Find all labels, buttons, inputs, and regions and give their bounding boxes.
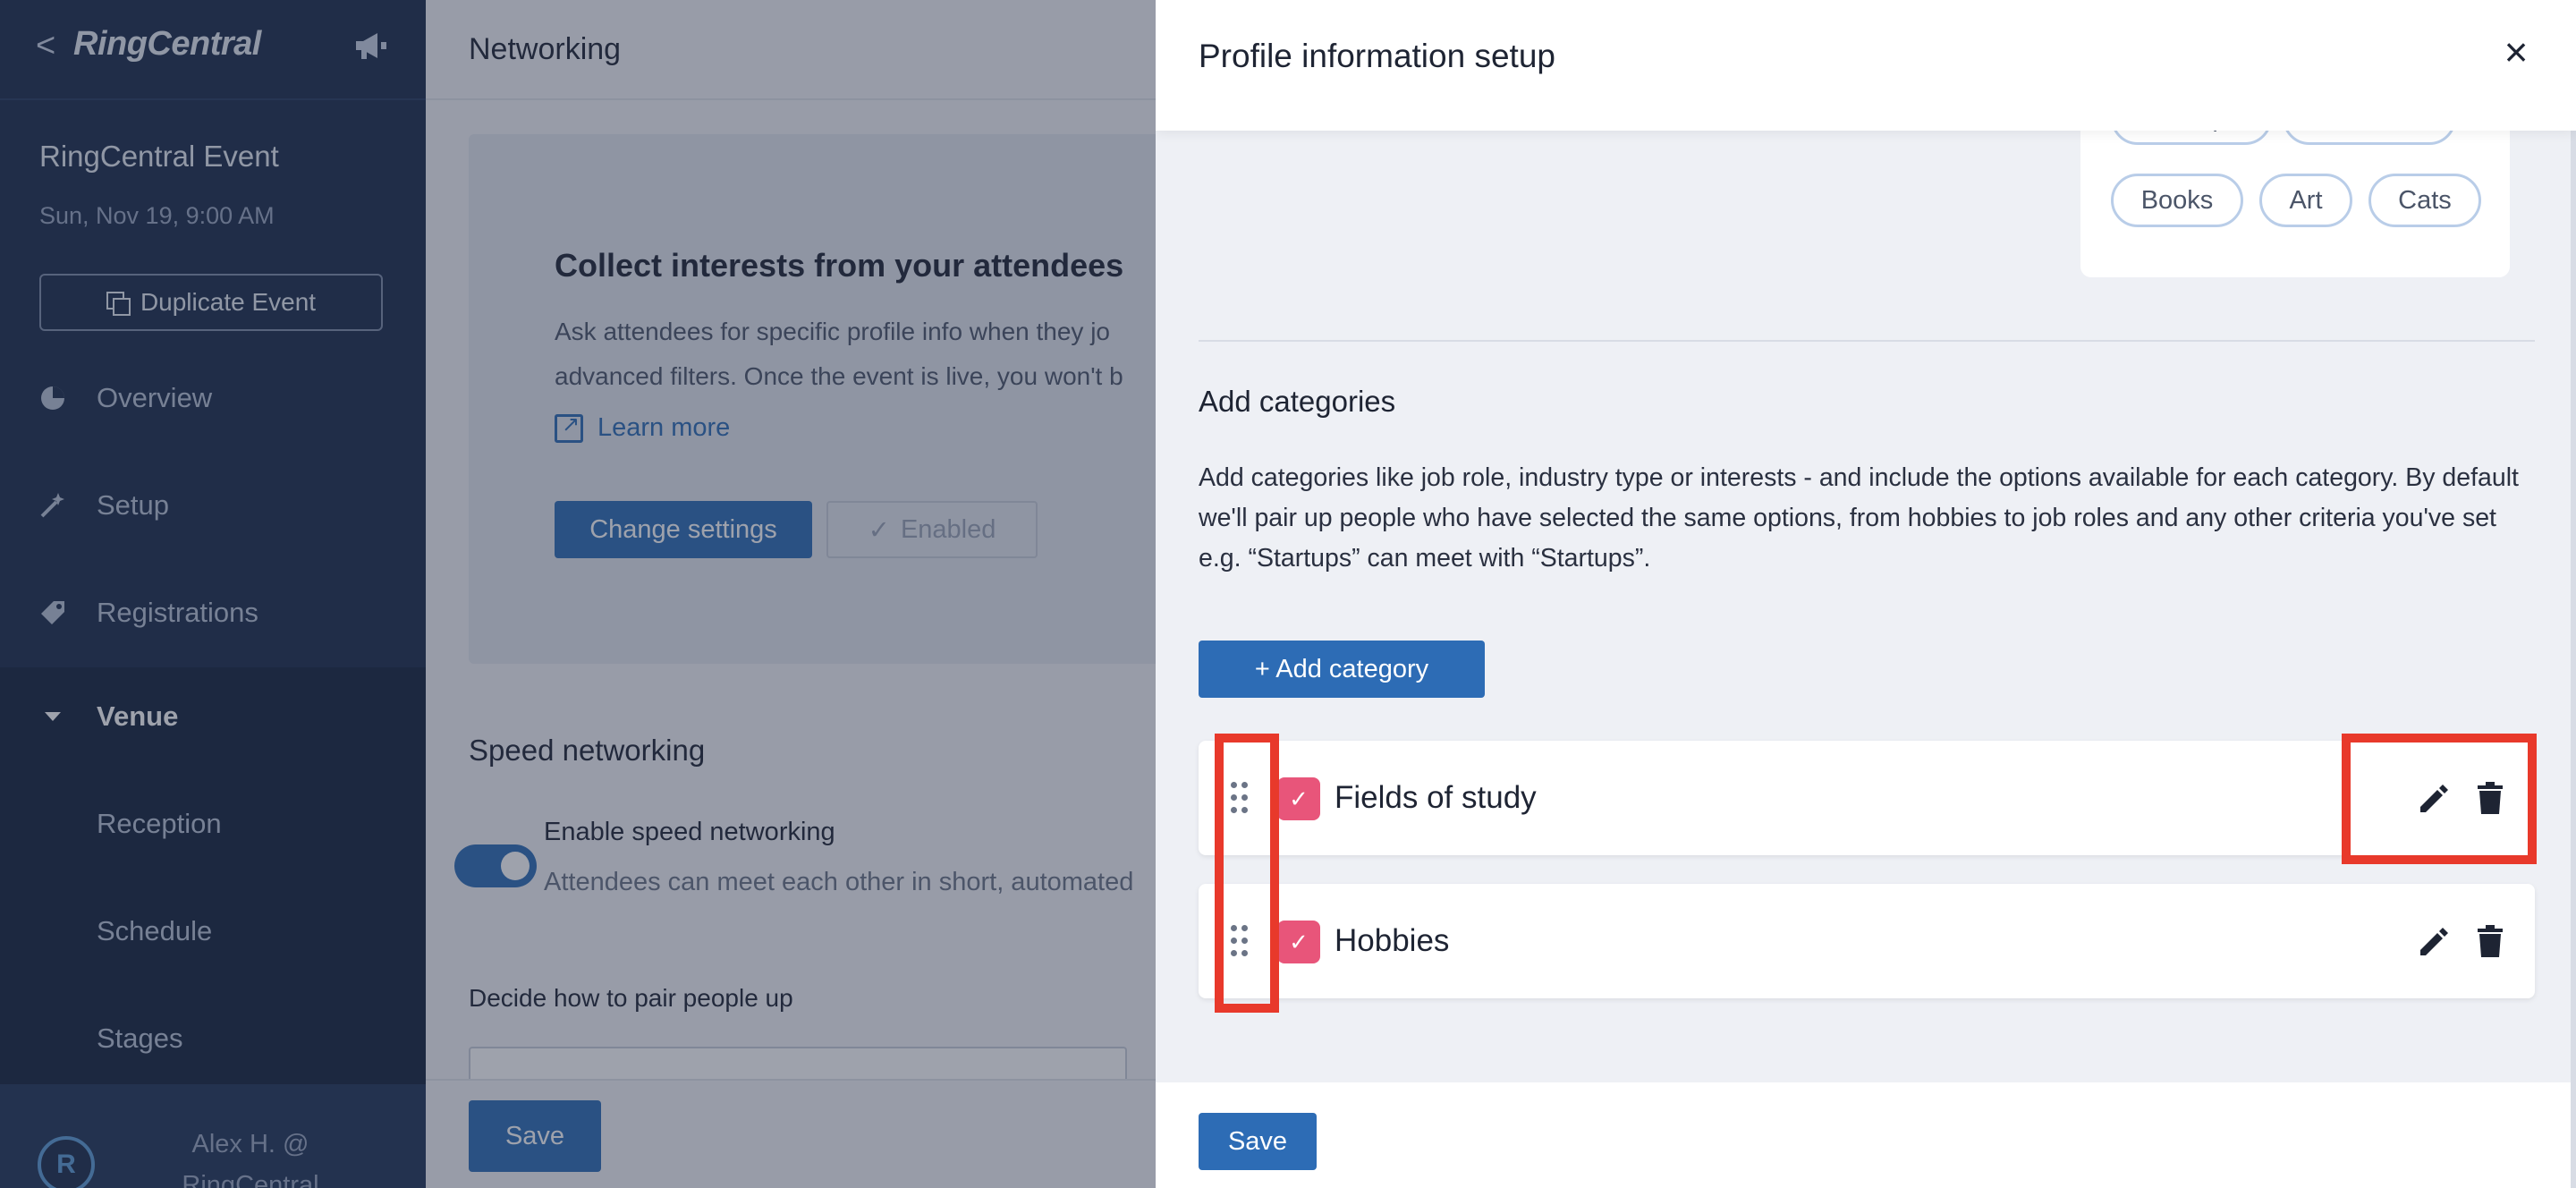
panel-footer: Save — [1156, 1082, 2576, 1188]
category-row: ✓ Hobbies — [1199, 884, 2535, 998]
add-categories-description: Add categories like job role, industry t… — [1199, 463, 2519, 573]
checklist-icon: ✓ — [1277, 777, 1320, 820]
divider — [1199, 340, 2535, 342]
category-row: ✓ Fields of study — [1199, 741, 2535, 855]
panel-header: Profile information setup × — [1156, 0, 2576, 131]
close-icon[interactable]: × — [2496, 27, 2537, 77]
category-name: Fields of study — [1335, 780, 1537, 815]
tag-chip: Books — [2111, 174, 2243, 227]
panel-title: Profile information setup — [1199, 38, 1555, 74]
category-name: Hobbies — [1335, 923, 1450, 958]
add-categories-title: Add categories — [1199, 385, 1396, 418]
tag-chip: Art — [2259, 174, 2352, 227]
edit-delete-highlight — [2342, 734, 2537, 864]
trash-icon[interactable] — [2470, 921, 2510, 961]
tag-chip: Cats — [2368, 174, 2481, 227]
add-category-button[interactable]: + Add category — [1199, 641, 1485, 698]
drag-handles-highlight — [1215, 734, 1279, 1013]
panel-scrollbar[interactable] — [2571, 0, 2576, 1188]
profile-setup-panel: Profile information setup × Startups Bus… — [1156, 0, 2576, 1188]
modal-overlay[interactable] — [0, 0, 1156, 1188]
edit-pencil-icon[interactable] — [2413, 921, 2453, 961]
panel-save-button[interactable]: Save — [1199, 1113, 1317, 1170]
checklist-icon: ✓ — [1277, 921, 1320, 963]
